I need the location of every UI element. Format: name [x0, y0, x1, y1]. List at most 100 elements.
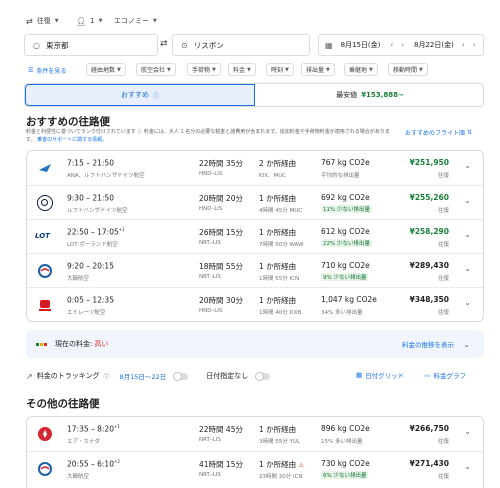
next-return-icon[interactable]: › — [473, 41, 476, 49]
flight-price: ¥251,950 — [409, 158, 449, 167]
filter-duration[interactable]: 移動時間 ▼ — [388, 63, 428, 76]
tab-best[interactable]: おすすめ ⓘ — [25, 84, 255, 106]
flight-route: HND–LIS — [199, 171, 223, 177]
swap-button[interactable]: ⇄ — [160, 39, 168, 49]
return-date[interactable]: 8月22日(金) — [414, 40, 454, 50]
cabin-select[interactable]: エコノミー ▼ — [114, 14, 157, 28]
expand-chevron-icon[interactable]: ⌄ — [464, 196, 471, 205]
tab-cheapest[interactable]: 最安値 ¥153,888~ — [255, 84, 483, 106]
filter-airlines-label: 航空会社 — [141, 67, 166, 74]
trip-type-label: 往復 — [36, 17, 51, 25]
price-graph-button[interactable]: 〰 料金グラフ — [424, 370, 466, 380]
flight-row[interactable]: 9:30 – 21:50 ルフトハンザドイツ航空 20時間 20分 HND–LI… — [27, 185, 483, 219]
airline-logo-icon — [37, 195, 53, 211]
caret-down-icon: ▼ — [326, 66, 330, 73]
passenger-assist-link[interactable]: 乗客のサポートに関する情報。 — [37, 137, 107, 143]
airline-logo-icon — [37, 263, 53, 279]
flight-stops-detail: 3時間 55分 YUL — [259, 439, 300, 445]
expand-chevron-icon[interactable]: ⌄ — [464, 264, 471, 273]
sort-by-link[interactable]: おすすめのフライト順 ⇅ — [405, 128, 472, 137]
flight-stops-detail: 4時間 45分 MUC — [259, 208, 303, 214]
day-offset: +2 — [113, 459, 120, 464]
info-icon[interactable]: ⓘ — [137, 129, 144, 135]
info-icon[interactable]: ⓘ — [104, 372, 110, 381]
origin-input[interactable]: ○ 東京都 — [24, 34, 158, 56]
filter-stops[interactable]: 経由地数 ▼ — [86, 63, 126, 76]
flight-price: ¥348,350 — [409, 295, 449, 304]
flight-price: ¥258,290 — [409, 227, 449, 236]
flight-row[interactable]: 9:20 – 20:15 大韓航空 18時間 55分 NRT–LIS 1 か所経… — [27, 253, 483, 287]
expand-chevron-icon[interactable]: ⌄ — [464, 298, 471, 307]
filter-price[interactable]: 料金 ▼ — [228, 63, 256, 76]
airline-name: 大韓航空 — [67, 276, 90, 282]
flight-duration: 18時間 55分 — [199, 262, 243, 271]
graph-icon: 〰 — [424, 372, 431, 380]
flight-times: 7:15 – 21:50 — [67, 158, 114, 168]
caret-down-icon: ▼ — [54, 18, 59, 24]
caret-down-icon: ▼ — [117, 66, 121, 73]
price-note: 往復 — [437, 173, 449, 179]
destination-input[interactable]: ⊙ リスボン — [172, 34, 310, 56]
price-note: 往復 — [437, 208, 449, 214]
flight-route: NRT–LIS — [199, 274, 221, 280]
calendar-icon: ▦ — [325, 40, 333, 50]
flight-row[interactable]: 0:05 – 12:35 エミレーツ航空 20時間 30分 HND–LIS 1 … — [27, 287, 483, 321]
flight-row[interactable]: 20:55 – 6:10+2 大韓航空 41時間 15分 NRT–LIS 1 か… — [27, 451, 483, 485]
filter-emissions[interactable]: 排出量 ▼ — [301, 63, 335, 76]
airline-logo-icon — [37, 426, 53, 442]
tab-cheapest-price: ¥153,888~ — [361, 91, 404, 99]
flight-route: HND–LIS — [199, 206, 223, 212]
passengers-select[interactable]: 👤︎ 1 ▼ — [76, 14, 102, 28]
flight-co2-note: 11% 少ない排出量 — [321, 205, 372, 213]
flight-duration: 26時間 15分 — [199, 228, 243, 237]
any-dates-label: 日付指定なし — [206, 372, 249, 380]
expand-chevron-icon[interactable]: ⌄ — [463, 340, 470, 349]
flight-co2-note: 15% 多い排出量 — [321, 439, 363, 445]
info-icon[interactable]: ⓘ — [153, 91, 159, 100]
airline-logo-icon — [37, 297, 53, 313]
prev-return-icon[interactable]: ‹ — [462, 41, 465, 49]
date-grid-button[interactable]: ▦ 日付グリッド — [356, 370, 404, 380]
next-depart-icon[interactable]: › — [401, 41, 404, 49]
tracking-toggle[interactable] — [173, 371, 189, 381]
origin-value: 東京都 — [45, 40, 69, 50]
location-pin-icon: ⊙ — [181, 40, 188, 50]
date-input[interactable]: ▦ 8月15日(金) ‹ › 8月22日(金) ‹ › — [318, 34, 484, 56]
tracking-label: 料金のトラッキング — [36, 372, 100, 380]
trend-icon: ↗ — [26, 371, 33, 381]
flight-row[interactable]: LOT 22:50 – 17:05+1 LOT ポーランド航空 26時間 15分… — [27, 219, 483, 253]
day-offset: +1 — [113, 424, 120, 429]
flight-co2: 612 kg CO2e — [321, 227, 370, 236]
filter-times[interactable]: 時刻 ▼ — [266, 63, 294, 76]
expand-chevron-icon[interactable]: ⌄ — [464, 462, 471, 471]
flight-row[interactable]: 17:35 – 8:20+1 エア・カナダ 22時間 45分 NRT–LIS 1… — [27, 417, 483, 451]
expand-chevron-icon[interactable]: ⌄ — [464, 427, 471, 436]
expand-chevron-icon[interactable]: ⌄ — [464, 230, 471, 239]
flight-times: 20:55 – 6:10 — [67, 459, 114, 469]
filter-stops-label: 経由地数 — [91, 67, 116, 74]
flight-duration: 22時間 45分 — [199, 425, 243, 434]
flight-co2: 692 kg CO2e — [321, 193, 370, 202]
price-history-link[interactable]: 料金の推移を表示 — [402, 339, 454, 349]
other-flights-list: 17:35 – 8:20+1 エア・カナダ 22時間 45分 NRT–LIS 1… — [26, 416, 484, 488]
price-level-icon — [36, 342, 47, 346]
filter-connecting[interactable]: 乗継地 ▼ — [344, 63, 378, 76]
all-filters-label: 条件を見る — [36, 68, 67, 75]
filter-times-label: 時刻 — [271, 67, 284, 74]
price-note: 往復 — [437, 276, 449, 282]
expand-chevron-icon[interactable]: ⌄ — [464, 161, 471, 170]
filter-airlines[interactable]: 航空会社 ▼ — [136, 63, 176, 76]
prev-depart-icon[interactable]: ‹ — [390, 41, 393, 49]
trip-type-select[interactable]: ⇄ 往復 ▼ — [26, 14, 59, 28]
filter-bags[interactable]: 手荷物 ▼ — [187, 63, 221, 76]
filter-bags-label: 手荷物 — [192, 67, 211, 74]
all-filters-button[interactable]: ☰ 条件を見る — [28, 66, 66, 75]
airline-name: 大韓航空 — [67, 474, 90, 480]
any-dates-toggle[interactable] — [255, 371, 271, 381]
flight-stops-detail: 1時間 40分 DXB — [259, 310, 302, 316]
flight-co2: 1,047 kg CO2e — [321, 295, 377, 304]
depart-date[interactable]: 8月15日(金) — [341, 40, 381, 50]
flight-row[interactable]: 7:15 – 21:50 ANA、ルフトハンザドイツ航空 22時間 35分 HN… — [27, 151, 483, 185]
flight-stops: 1 か所経由 — [259, 296, 297, 305]
warning-icon: ⚠ — [298, 462, 304, 469]
